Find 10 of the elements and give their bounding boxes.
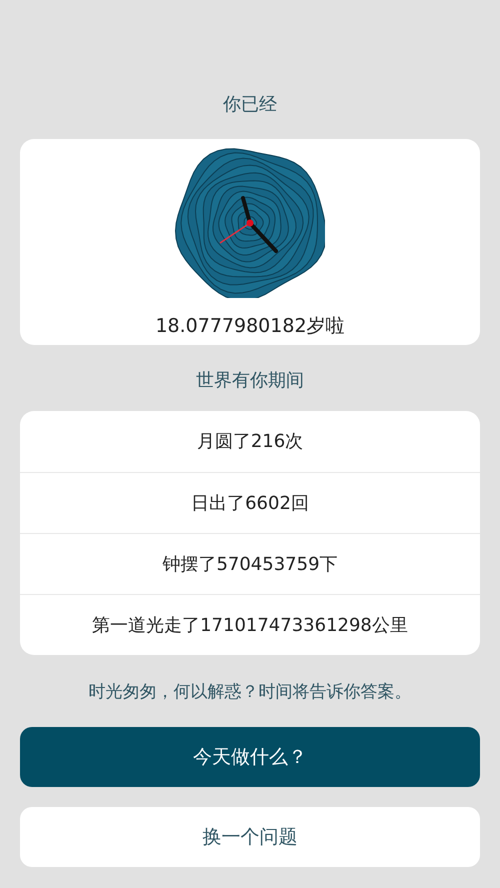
age-text: 18.0777980182岁啦 [155, 314, 345, 339]
tagline: 时光匆匆，何以解惑？时间将告诉你答案。 [88, 681, 412, 704]
stat-text: 月圆了216次 [196, 430, 304, 454]
primary-button[interactable]: 今天做什么？ [20, 727, 480, 787]
stat-text: 钟摆了570453759下 [162, 552, 338, 576]
stat-text: 日出了6602回 [191, 492, 309, 516]
section-heading: 世界有你期间 [196, 369, 304, 393]
stat-text: 第一道光走了171017473361298公里 [92, 614, 408, 638]
section-heading: 你已经 [223, 93, 277, 117]
secondary-button[interactable]: 换一个问题 [20, 807, 480, 867]
